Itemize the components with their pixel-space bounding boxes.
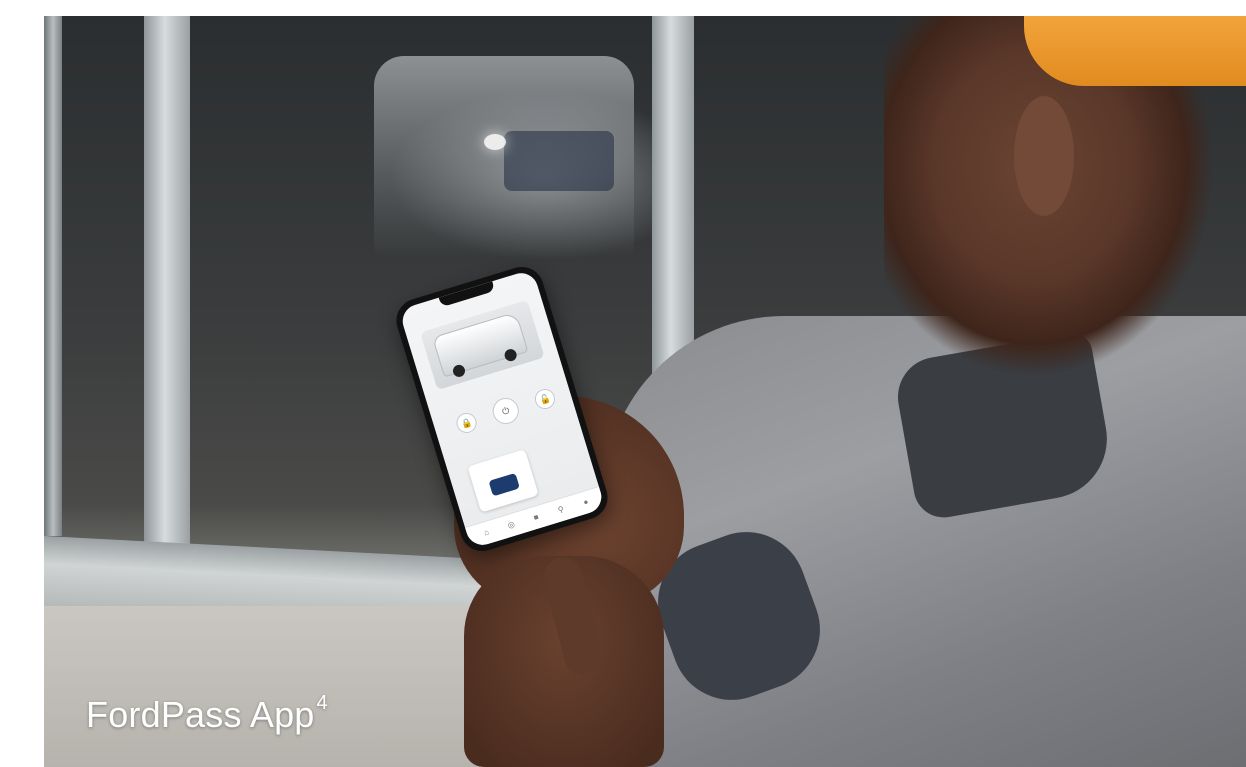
window-frame-left	[44, 16, 62, 536]
home-icon: ⌂	[482, 527, 491, 538]
orange-cap	[1024, 16, 1246, 86]
caption-text: FordPass App	[86, 694, 315, 735]
caption-footnote: 4	[316, 692, 328, 714]
window-mullion	[144, 16, 190, 576]
smartphone: 🔒 ⏻ 🔓 ⌂ ◎ ■ ⚲ ●	[391, 261, 613, 557]
unlock-icon: 🔓	[532, 386, 558, 412]
hero-photo: 🔒 ⏻ 🔓 ⌂ ◎ ■ ⚲ ●	[44, 16, 1246, 767]
person-ear	[1014, 96, 1074, 216]
van-headlight	[484, 134, 506, 150]
user-icon: ●	[582, 497, 590, 508]
phone-notch	[438, 281, 496, 308]
lock-icon: 🔒	[454, 410, 480, 436]
phone-screen: 🔒 ⏻ 🔓 ⌂ ◎ ■ ⚲ ●	[398, 268, 606, 550]
van-grille	[504, 131, 614, 191]
car-icon: ■	[532, 512, 540, 523]
search-icon: ⚲	[556, 504, 566, 515]
location-icon: ◎	[506, 519, 516, 531]
power-icon: ⏻	[489, 394, 522, 428]
caption-title: FordPass App 4	[86, 692, 328, 736]
